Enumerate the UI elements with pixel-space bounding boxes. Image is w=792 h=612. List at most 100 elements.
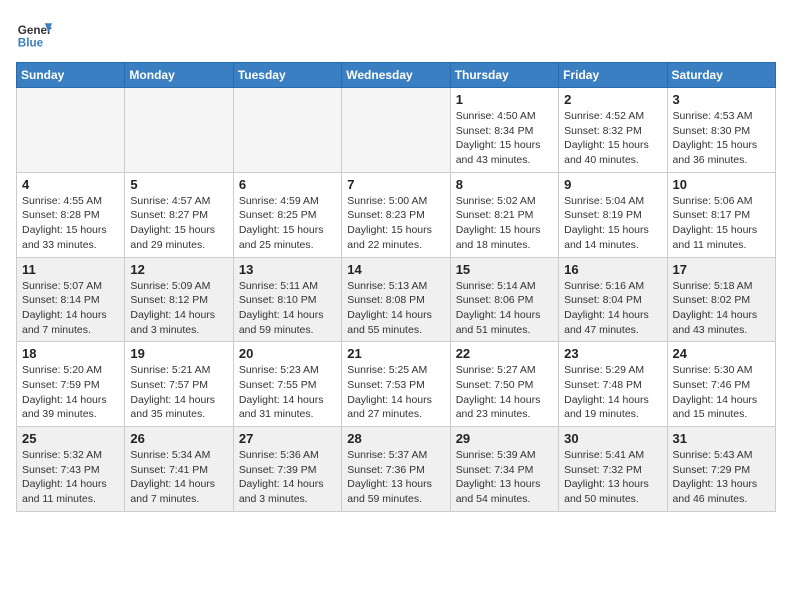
calendar-cell: 10 Sunrise: 5:06 AMSunset: 8:17 PMDayligh… <box>667 172 775 257</box>
calendar-cell: 3Sunrise: 4:53 AMSunset: 8:30 PMDaylight… <box>667 88 775 173</box>
weekday-header-thursday: Thursday <box>450 63 558 88</box>
calendar-cell: 2 Sunrise: 4:52 AMSunset: 8:32 PMDaylight… <box>559 88 667 173</box>
cell-content: Sunrise: 5:29 AMSunset: 7:48 PMDaylight:… <box>564 363 661 422</box>
day-number: 18 <box>22 346 119 361</box>
day-number: 25 <box>22 431 119 446</box>
weekday-header-saturday: Saturday <box>667 63 775 88</box>
logo: General Blue <box>16 16 52 52</box>
day-number: 17 <box>673 262 770 277</box>
cell-content: Sunrise: 4:57 AMSunset: 8:27 PMDaylight:… <box>130 194 227 253</box>
calendar-cell <box>342 88 450 173</box>
cell-content: Sunrise: 4:52 AMSunset: 8:32 PMDaylight:… <box>564 109 661 168</box>
calendar-cell: 4 Sunrise: 4:55 AMSunset: 8:28 PMDaylight… <box>17 172 125 257</box>
cell-content: Sunrise: 5:37 AMSunset: 7:36 PMDaylight:… <box>347 448 444 507</box>
calendar-cell: 19Sunrise: 5:21 AMSunset: 7:57 PMDayligh… <box>125 342 233 427</box>
weekday-header-sunday: Sunday <box>17 63 125 88</box>
day-number: 7 <box>347 177 444 192</box>
calendar-cell: 5 Sunrise: 4:57 AMSunset: 8:27 PMDaylight… <box>125 172 233 257</box>
logo-icon: General Blue <box>16 16 52 52</box>
cell-content: Sunrise: 5:43 AMSunset: 7:29 PMDaylight:… <box>673 448 770 507</box>
calendar-cell <box>17 88 125 173</box>
day-number: 16 <box>564 262 661 277</box>
calendar-cell: 27 Sunrise: 5:36 AMSunset: 7:39 PMDayligh… <box>233 427 341 512</box>
header: General Blue <box>16 16 776 52</box>
cell-content: Sunrise: 5:11 AMSunset: 8:10 PMDaylight:… <box>239 279 336 338</box>
calendar-cell: 28 Sunrise: 5:37 AMSunset: 7:36 PMDayligh… <box>342 427 450 512</box>
day-number: 5 <box>130 177 227 192</box>
calendar-cell <box>125 88 233 173</box>
cell-content: Sunrise: 5:20 AMSunset: 7:59 PMDaylight:… <box>22 363 119 422</box>
cell-content: Sunrise: 4:59 AMSunset: 8:25 PMDaylight:… <box>239 194 336 253</box>
day-number: 1 <box>456 92 553 107</box>
calendar-cell: 15 Sunrise: 5:14 AMSunset: 8:06 PMDayligh… <box>450 257 558 342</box>
calendar-cell: 22 Sunrise: 5:27 AMSunset: 7:50 PMDayligh… <box>450 342 558 427</box>
day-number: 21 <box>347 346 444 361</box>
calendar-week-row: 11Sunrise: 5:07 AMSunset: 8:14 PMDayligh… <box>17 257 776 342</box>
day-number: 10 <box>673 177 770 192</box>
calendar-cell: 8Sunrise: 5:02 AMSunset: 8:21 PMDaylight… <box>450 172 558 257</box>
calendar-cell: 1Sunrise: 4:50 AMSunset: 8:34 PMDaylight… <box>450 88 558 173</box>
day-number: 13 <box>239 262 336 277</box>
calendar-cell: 25Sunrise: 5:32 AMSunset: 7:43 PMDayligh… <box>17 427 125 512</box>
day-number: 24 <box>673 346 770 361</box>
calendar-cell: 29Sunrise: 5:39 AMSunset: 7:34 PMDayligh… <box>450 427 558 512</box>
cell-content: Sunrise: 5:41 AMSunset: 7:32 PMDaylight:… <box>564 448 661 507</box>
day-number: 6 <box>239 177 336 192</box>
calendar-cell: 21Sunrise: 5:25 AMSunset: 7:53 PMDayligh… <box>342 342 450 427</box>
calendar-cell: 20 Sunrise: 5:23 AMSunset: 7:55 PMDayligh… <box>233 342 341 427</box>
day-number: 28 <box>347 431 444 446</box>
calendar-week-row: 1Sunrise: 4:50 AMSunset: 8:34 PMDaylight… <box>17 88 776 173</box>
cell-content: Sunrise: 5:27 AMSunset: 7:50 PMDaylight:… <box>456 363 553 422</box>
calendar-cell: 16 Sunrise: 5:16 AMSunset: 8:04 PMDayligh… <box>559 257 667 342</box>
weekday-header-friday: Friday <box>559 63 667 88</box>
calendar-cell: 31 Sunrise: 5:43 AMSunset: 7:29 PMDayligh… <box>667 427 775 512</box>
calendar-cell <box>233 88 341 173</box>
cell-content: Sunrise: 5:00 AMSunset: 8:23 PMDaylight:… <box>347 194 444 253</box>
cell-content: Sunrise: 5:14 AMSunset: 8:06 PMDaylight:… <box>456 279 553 338</box>
calendar-cell: 24 Sunrise: 5:30 AMSunset: 7:46 PMDayligh… <box>667 342 775 427</box>
cell-content: Sunrise: 5:16 AMSunset: 8:04 PMDaylight:… <box>564 279 661 338</box>
cell-content: Sunrise: 5:06 AMSunset: 8:17 PMDaylight:… <box>673 194 770 253</box>
calendar-cell: 6 Sunrise: 4:59 AMSunset: 8:25 PMDaylight… <box>233 172 341 257</box>
day-number: 22 <box>456 346 553 361</box>
calendar-cell: 30 Sunrise: 5:41 AMSunset: 7:32 PMDayligh… <box>559 427 667 512</box>
cell-content: Sunrise: 4:53 AMSunset: 8:30 PMDaylight:… <box>673 109 770 168</box>
calendar-cell: 13 Sunrise: 5:11 AMSunset: 8:10 PMDayligh… <box>233 257 341 342</box>
cell-content: Sunrise: 5:34 AMSunset: 7:41 PMDaylight:… <box>130 448 227 507</box>
day-number: 29 <box>456 431 553 446</box>
day-number: 15 <box>456 262 553 277</box>
day-number: 26 <box>130 431 227 446</box>
calendar-week-row: 18 Sunrise: 5:20 AMSunset: 7:59 PMDayligh… <box>17 342 776 427</box>
calendar-cell: 7 Sunrise: 5:00 AMSunset: 8:23 PMDaylight… <box>342 172 450 257</box>
calendar-cell: 17 Sunrise: 5:18 AMSunset: 8:02 PMDayligh… <box>667 257 775 342</box>
cell-content: Sunrise: 5:36 AMSunset: 7:39 PMDaylight:… <box>239 448 336 507</box>
calendar-cell: 9 Sunrise: 5:04 AMSunset: 8:19 PMDaylight… <box>559 172 667 257</box>
day-number: 31 <box>673 431 770 446</box>
weekday-header-row: SundayMondayTuesdayWednesdayThursdayFrid… <box>17 63 776 88</box>
svg-text:Blue: Blue <box>18 37 44 50</box>
day-number: 19 <box>130 346 227 361</box>
cell-content: Sunrise: 5:30 AMSunset: 7:46 PMDaylight:… <box>673 363 770 422</box>
day-number: 30 <box>564 431 661 446</box>
cell-content: Sunrise: 5:13 AMSunset: 8:08 PMDaylight:… <box>347 279 444 338</box>
day-number: 8 <box>456 177 553 192</box>
day-number: 12 <box>130 262 227 277</box>
day-number: 20 <box>239 346 336 361</box>
day-number: 27 <box>239 431 336 446</box>
cell-content: Sunrise: 4:55 AMSunset: 8:28 PMDaylight:… <box>22 194 119 253</box>
calendar-cell: 11Sunrise: 5:07 AMSunset: 8:14 PMDayligh… <box>17 257 125 342</box>
calendar-cell: 18 Sunrise: 5:20 AMSunset: 7:59 PMDayligh… <box>17 342 125 427</box>
day-number: 4 <box>22 177 119 192</box>
day-number: 23 <box>564 346 661 361</box>
weekday-header-monday: Monday <box>125 63 233 88</box>
weekday-header-wednesday: Wednesday <box>342 63 450 88</box>
calendar-week-row: 4 Sunrise: 4:55 AMSunset: 8:28 PMDaylight… <box>17 172 776 257</box>
cell-content: Sunrise: 5:23 AMSunset: 7:55 PMDaylight:… <box>239 363 336 422</box>
calendar-cell: 12Sunrise: 5:09 AMSunset: 8:12 PMDayligh… <box>125 257 233 342</box>
cell-content: Sunrise: 5:18 AMSunset: 8:02 PMDaylight:… <box>673 279 770 338</box>
cell-content: Sunrise: 5:04 AMSunset: 8:19 PMDaylight:… <box>564 194 661 253</box>
day-number: 9 <box>564 177 661 192</box>
day-number: 2 <box>564 92 661 107</box>
cell-content: Sunrise: 5:07 AMSunset: 8:14 PMDaylight:… <box>22 279 119 338</box>
weekday-header-tuesday: Tuesday <box>233 63 341 88</box>
